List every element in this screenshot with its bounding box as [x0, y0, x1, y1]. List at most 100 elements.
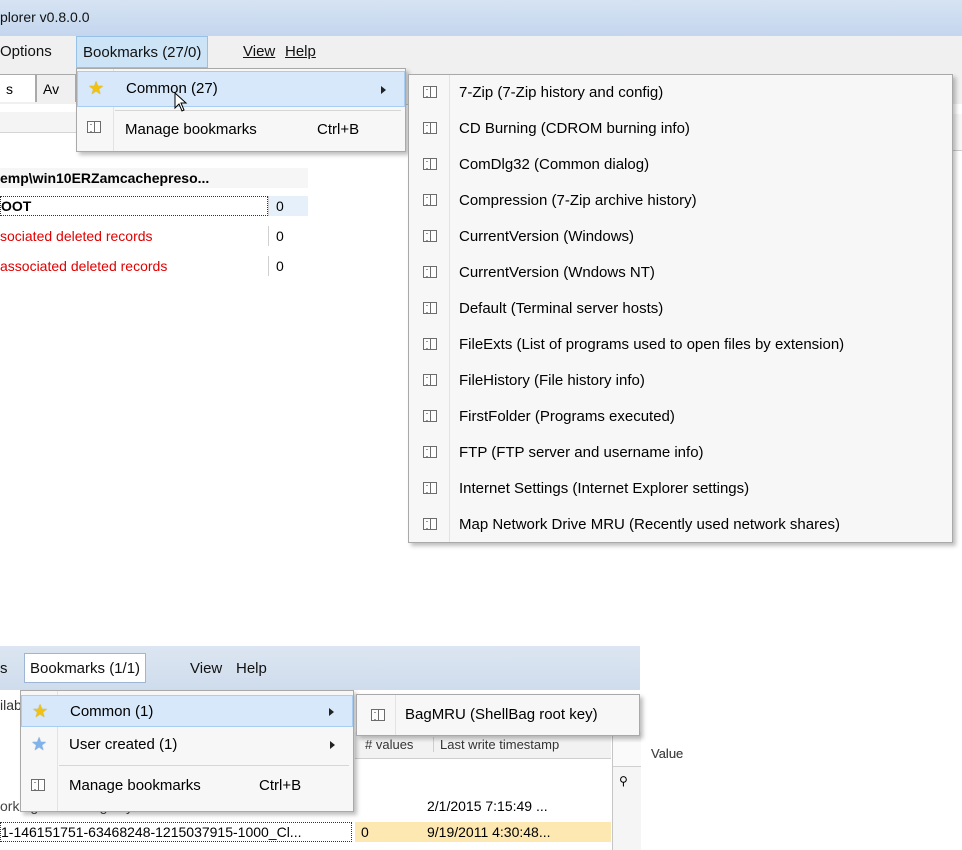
submenu-item-bookmark[interactable]: Compression (7-Zip archive history) [409, 183, 952, 219]
submenu-item-label: Map Network Drive MRU (Recently used net… [459, 516, 840, 533]
top-screenshot: plorer v0.8.0.0 Options Bookmarks (27/0)… [0, 0, 962, 543]
col-timestamp-header[interactable]: Last write timestamp [433, 737, 559, 752]
bookmark-icon [423, 446, 439, 462]
col-values-header[interactable]: # values [365, 737, 413, 752]
pin-icon: ⚲ [619, 774, 628, 788]
menu-separator [115, 110, 401, 111]
menu-item-manage-shortcut: Ctrl+B [259, 777, 302, 794]
submenu-item-bookmark[interactable]: FTP (FTP server and username info) [409, 435, 952, 471]
menu-item-bagmru-label: BagMRU (ShellBag root key) [405, 706, 598, 723]
row-values: 0 [355, 822, 421, 842]
menu-options-label: Options [0, 43, 52, 60]
bottom-menu-bar: s Bookmarks (1/1) View Help [0, 646, 640, 690]
bottom-menu-bookmarks[interactable]: Bookmarks (1/1) [24, 653, 147, 683]
submenu-arrow-icon [381, 86, 386, 94]
submenu-item-bookmark[interactable]: FirstFolder (Programs executed) [409, 399, 952, 435]
tab-first[interactable]: s (1) [0, 74, 36, 125]
menu-item-user-created[interactable]: ★ User created (1) [21, 729, 353, 761]
table-row[interactable]: sociated deleted records 0 [0, 226, 308, 246]
row-name: associated deleted records [0, 258, 168, 274]
blue-star-icon: ★ [31, 734, 48, 754]
bottom-bookmarks-menu: ★ Common (1) ★ User created (1) Manage b… [20, 690, 354, 812]
bottom-menu-bookmarks-label: Bookmarks (1/1) [30, 660, 141, 677]
submenu-item-label: FileHistory (File history info) [459, 372, 645, 389]
value-column-header: Value [612, 742, 683, 766]
menu-item-manage-bookmarks[interactable]: Manage bookmarks Ctrl+B [21, 769, 353, 803]
mouse-cursor-icon [174, 92, 188, 112]
bottom-menu-view[interactable]: View [190, 660, 222, 677]
star-icon: ★ [88, 78, 105, 98]
table-row[interactable]: emp\win10ERZamcachepreso... [0, 168, 308, 188]
menu-item-common[interactable]: ★ Common (27) [77, 71, 405, 107]
window-title: plorer v0.8.0.0 [0, 9, 90, 25]
table-row[interactable]: OOT 0 [0, 196, 308, 216]
submenu-item-label: CD Burning (CDROM burning info) [459, 120, 690, 137]
bookmark-icon [423, 302, 439, 318]
submenu-arrow-icon [329, 708, 334, 716]
bookmark-icon [423, 158, 439, 174]
submenu-item-bookmark[interactable]: Default (Terminal server hosts) [409, 291, 952, 327]
tab-second[interactable]: Av [36, 74, 76, 102]
menu-view[interactable]: View [243, 43, 275, 60]
menu-bookmarks-label: Bookmarks (27/0) [83, 44, 202, 61]
bottom-menu-s[interactable]: s [0, 660, 8, 677]
row-path: 1-146151751-63468248-1215037915-1000_Cl.… [0, 822, 352, 842]
menu-item-common-label: Common (1) [70, 703, 154, 720]
bottom-common-submenu: BagMRU (ShellBag root key) [356, 694, 640, 736]
menu-item-common-label: Common (27) [126, 80, 218, 97]
bookmark-icon [423, 374, 439, 390]
menu-item-manage-bookmarks[interactable]: Manage bookmarks Ctrl+B [77, 113, 405, 149]
submenu-item-label: FTP (FTP server and username info) [459, 444, 704, 461]
submenu-item-bookmark[interactable]: CD Burning (CDROM burning info) [409, 111, 952, 147]
submenu-item-bookmark[interactable]: FileExts (List of programs used to open … [409, 327, 952, 363]
submenu-item-bookmark[interactable]: ComDlg32 (Common dialog) [409, 147, 952, 183]
bookmark-icon [423, 410, 439, 426]
menu-item-bagmru[interactable]: BagMRU (ShellBag root key) [357, 699, 639, 731]
table-row[interactable]: associated deleted records 0 [0, 256, 308, 276]
menu-help[interactable]: Help [285, 43, 316, 60]
col-value-label[interactable]: Value [651, 746, 683, 761]
tab-second-label: Av [43, 81, 60, 97]
menu-bookmarks[interactable]: Bookmarks (27/0) [76, 36, 209, 68]
common-submenu: 7-Zip (7-Zip history and config) CD Burni… [408, 74, 953, 543]
row-name: sociated deleted records [0, 228, 153, 244]
submenu-item-label: Compression (7-Zip archive history) [459, 192, 697, 209]
submenu-item-bookmark[interactable]: CurrentVersion (Windows) [409, 219, 952, 255]
menu-view-label: View [243, 43, 276, 60]
bookmark-icon [87, 121, 103, 137]
submenu-item-bookmark[interactable]: 7-Zip (7-Zip history and config) [409, 75, 952, 111]
bottom-menu-help[interactable]: Help [236, 660, 267, 677]
menu-separator [59, 765, 349, 766]
submenu-item-bookmark[interactable]: Map Network Drive MRU (Recently used net… [409, 507, 952, 543]
row-timestamp: 2/1/2015 7:15:49 ... [427, 798, 548, 814]
bookmark-icon [423, 338, 439, 354]
submenu-item-label: Internet Settings (Internet Explorer set… [459, 480, 750, 497]
bottom-tab-fragment[interactable]: ilab [0, 697, 22, 713]
submenu-item-bookmark[interactable]: Internet Settings (Internet Explorer set… [409, 471, 952, 507]
submenu-arrow-icon [330, 741, 335, 749]
submenu-item-label: Default (Terminal server hosts) [459, 300, 664, 317]
bookmark-icon [423, 482, 439, 498]
bookmark-icon [423, 518, 439, 534]
menu-options[interactable]: Options [0, 43, 52, 60]
bookmark-icon [423, 122, 439, 138]
bookmarks-menu: ★ Common (27) Manage bookmarks Ctrl+B [76, 68, 406, 152]
submenu-item-label: CurrentVersion (Windows) [459, 228, 635, 245]
menu-item-common[interactable]: ★ Common (1) [21, 695, 353, 727]
menu-help-label: Help [285, 43, 316, 60]
row-name: emp\win10ERZamcachepreso... [0, 170, 210, 186]
row-name: OOT [0, 196, 268, 216]
submenu-item-label: FirstFolder (Programs executed) [459, 408, 675, 425]
bottom-screenshot: s Bookmarks (1/1) View Help ilab # value… [0, 646, 683, 850]
submenu-item-bookmark[interactable]: CurrentVersion (Wndows NT) [409, 255, 952, 291]
table-row[interactable]: 1-146151751-63468248-1215037915-1000_Cl.… [0, 822, 612, 842]
bookmark-icon [423, 230, 439, 246]
menu-bar: Options Bookmarks (27/0) View Help [0, 36, 962, 68]
submenu-item-bookmark[interactable]: FileHistory (File history info) [409, 363, 952, 399]
bookmark-icon [423, 194, 439, 210]
bottom-menu-help-label: Help [236, 660, 267, 677]
menu-item-manage-label: Manage bookmarks [69, 777, 201, 794]
bookmark-icon [371, 709, 387, 725]
star-icon: ★ [32, 701, 49, 721]
submenu-item-label: CurrentVersion (Wndows NT) [459, 264, 655, 281]
